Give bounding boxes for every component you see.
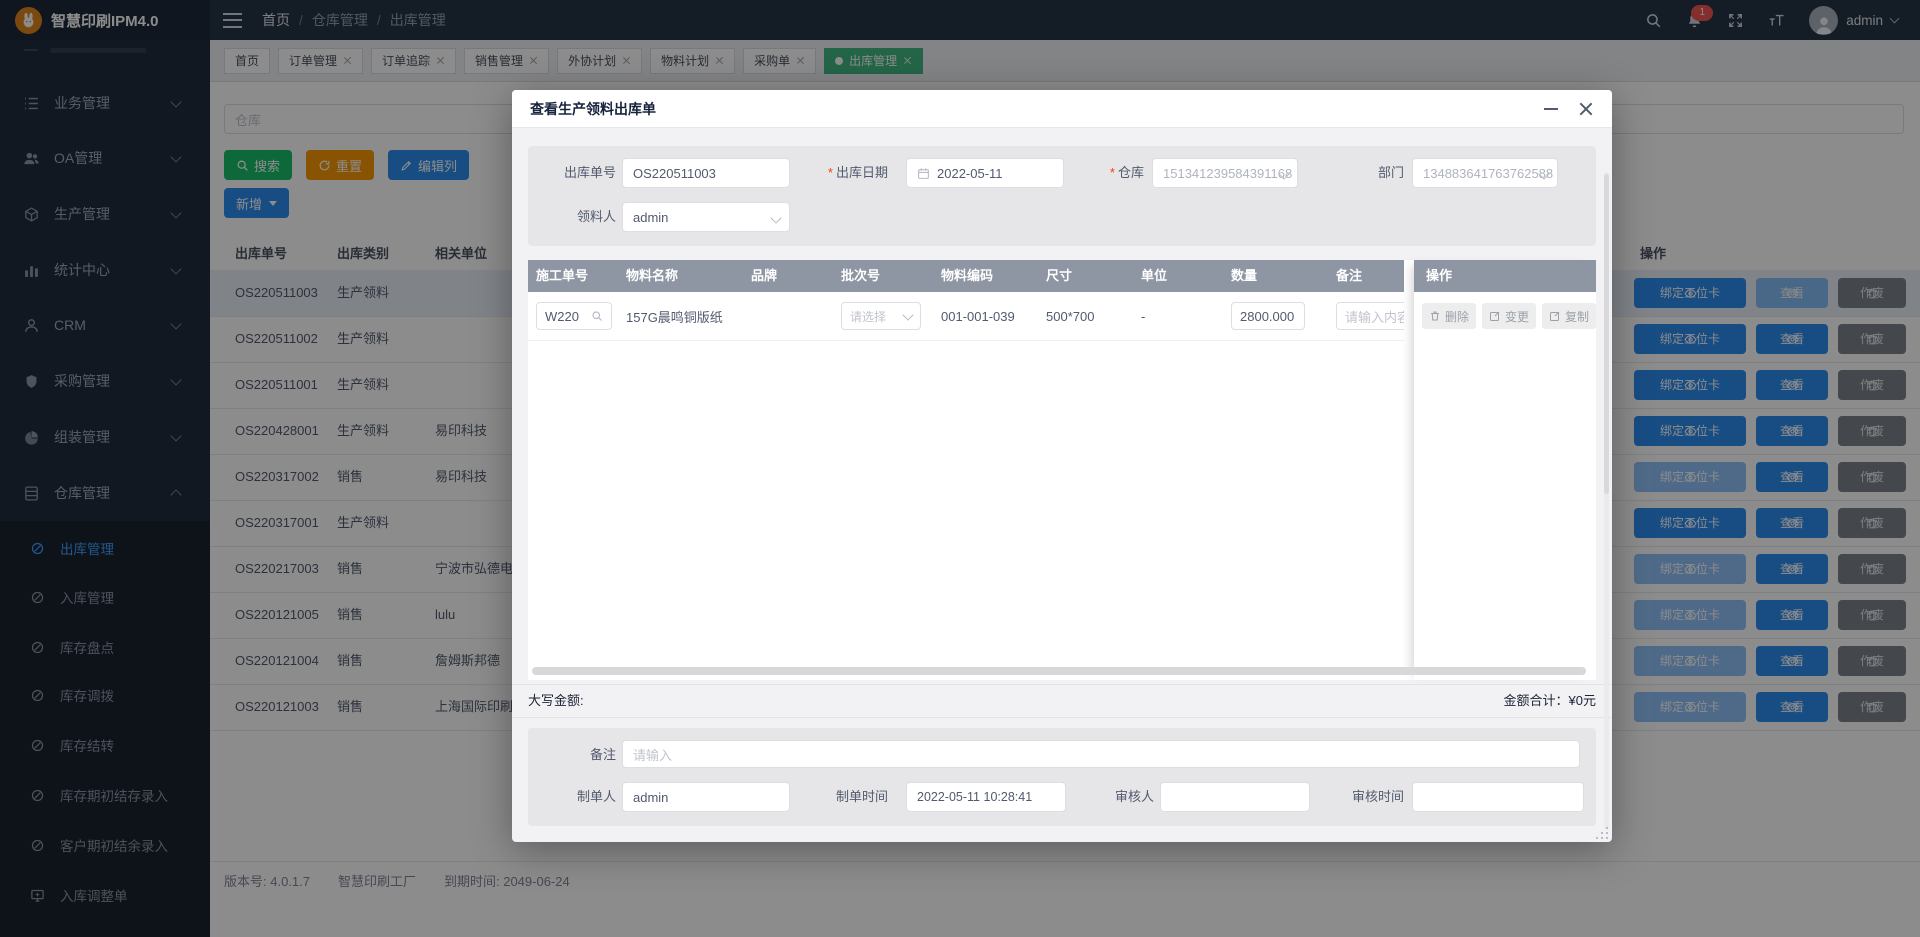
picker-label: 领料人 [528,202,616,232]
audit-time-label: 审核时间 [1324,782,1404,812]
label-text: 仓库 [1118,165,1144,180]
cell-material-name: 157G晨鸣铜版纸 [626,310,723,325]
col-work-order: 施工单号 [528,260,618,292]
col-remark: 备注 [1328,260,1404,292]
modal-title: 查看生产领料出库单 [530,90,656,128]
amount-strip: 大写金额: 金额合计：¥0元 [512,684,1612,718]
detail-table-header: 施工单号 物料名称 品牌 批次号 物料编码 尺寸 单位 数量 备注 [528,260,1404,292]
table-scroll-area: 施工单号 物料名称 品牌 批次号 物料编码 尺寸 单位 数量 备注 W220 [528,260,1404,680]
input-value: W220 [545,309,579,324]
order-no-label: 出库单号 [528,158,616,188]
modal-vertical-scrollbar[interactable] [1604,172,1609,830]
close-icon[interactable] [1578,101,1594,117]
work-order-input[interactable]: W220 [536,302,612,330]
audit-time-input[interactable] [1412,782,1584,812]
col-operations: 操作 [1414,260,1596,292]
minimize-icon[interactable] [1544,108,1558,110]
material-detail-table: 施工单号 物料名称 品牌 批次号 物料编码 尺寸 单位 数量 备注 W220 [528,260,1596,680]
modal-header: 查看生产领料出库单 [512,90,1612,128]
select-value: 151341239584391168 [1163,166,1292,181]
resize-handle[interactable] [1596,827,1608,839]
col-size: 尺寸 [1038,260,1133,292]
order-info-card: 出库单号 OS220511003 *出库日期 2022-05-11 *仓库 15… [528,146,1596,246]
trash-icon [1429,310,1441,322]
col-material-name: 物料名称 [618,260,743,292]
detail-table-row: W220 157G晨鸣铜版纸 请选择 001-001-03 [528,292,1404,341]
department-label: 部门 [1332,158,1404,188]
label-text: 制单人 [577,789,616,804]
input-placeholder: 请输入内容 [1345,307,1404,326]
department-select[interactable]: 134883641763762588 [1412,158,1558,188]
auditor-input[interactable] [1160,782,1310,812]
edit-icon [1489,310,1501,322]
input-value: 2022-05-11 [937,166,1003,181]
label-text: 备注 [590,747,616,762]
input-value: admin [633,790,668,805]
picker-select[interactable]: admin [622,202,790,232]
input-value: 2800.000 [1240,309,1294,324]
audit-info-card: 备注 请输入 制单人 admin 制单时间 2022-05-11 10:28:4… [528,728,1596,826]
label-text: 出库单号 [564,165,616,180]
creator-label: 制单人 [528,782,616,812]
create-time-label: 制单时间 [786,782,888,812]
create-time-input[interactable]: 2022-05-11 10:28:41 [906,782,1066,812]
col-material-code: 物料编码 [933,260,1038,292]
label-text: 部门 [1378,165,1404,180]
required-mark: * [1110,165,1115,180]
label-text: 审核时间 [1352,789,1404,804]
label-text: 领料人 [577,209,616,224]
view-outbound-modal: 查看生产领料出库单 出库单号 OS220511003 *出库日期 2022-05… [512,90,1612,842]
date-input[interactable]: 2022-05-11 [906,158,1064,188]
warehouse-select[interactable]: 151341239584391168 [1152,158,1298,188]
delete-button[interactable]: 删除 [1422,303,1476,329]
chevron-down-icon [902,309,913,320]
chevron-down-icon [770,212,781,223]
auditor-label: 审核人 [1084,782,1154,812]
col-unit: 单位 [1133,260,1223,292]
search-icon[interactable] [591,310,603,322]
col-batch: 批次号 [833,260,933,292]
warehouse-label: *仓库 [1064,158,1144,188]
amount-in-words-label: 大写金额: [528,685,584,717]
batch-select[interactable]: 请选择 [841,302,921,330]
amount-total: 金额合计：¥0元 [1504,685,1596,717]
horizontal-scrollbar[interactable] [532,667,1586,675]
select-placeholder: 请选择 [850,308,886,325]
button-label: 变更 [1505,308,1529,325]
col-quantity: 数量 [1223,260,1328,292]
calendar-icon [917,167,930,180]
order-no-input[interactable]: OS220511003 [622,158,790,188]
copy-button[interactable]: 复制 [1542,303,1596,329]
input-placeholder: 请输入 [633,745,672,764]
row-operations: 删除 变更 复制 [1414,292,1596,340]
cell-material-code: 001-001-039 [941,309,1015,324]
select-value: 134883641763762588 [1423,166,1553,181]
copy-icon [1549,310,1561,322]
operations-sticky-column: 操作 删除 变更 复制 [1414,260,1596,680]
label-text: 审核人 [1115,789,1154,804]
button-label: 删除 [1445,308,1469,325]
button-label: 复制 [1565,308,1589,325]
remark-input[interactable]: 请输入 [622,740,1580,768]
remark-label: 备注 [528,740,616,770]
select-value: admin [633,210,668,225]
input-value: OS220511003 [633,166,716,181]
change-button[interactable]: 变更 [1482,303,1536,329]
quantity-input[interactable]: 2800.000 [1231,302,1305,330]
cell-unit: - [1141,309,1145,324]
cell-size: 500*700 [1046,309,1094,324]
required-mark: * [828,165,833,180]
modal-body: 出库单号 OS220511003 *出库日期 2022-05-11 *仓库 15… [512,128,1612,842]
app-screen: 智慧印刷IPM4.0 业务管理 OA管理 生产管理 统计中心 [0,0,1920,937]
col-brand: 品牌 [743,260,833,292]
row-remark-input[interactable]: 请输入内容 [1336,302,1404,330]
creator-input[interactable]: admin [622,782,790,812]
input-value: 2022-05-11 10:28:41 [917,790,1032,804]
label-text: 出库日期 [836,165,888,180]
date-label: *出库日期 [784,158,888,188]
label-text: 制单时间 [836,789,888,804]
